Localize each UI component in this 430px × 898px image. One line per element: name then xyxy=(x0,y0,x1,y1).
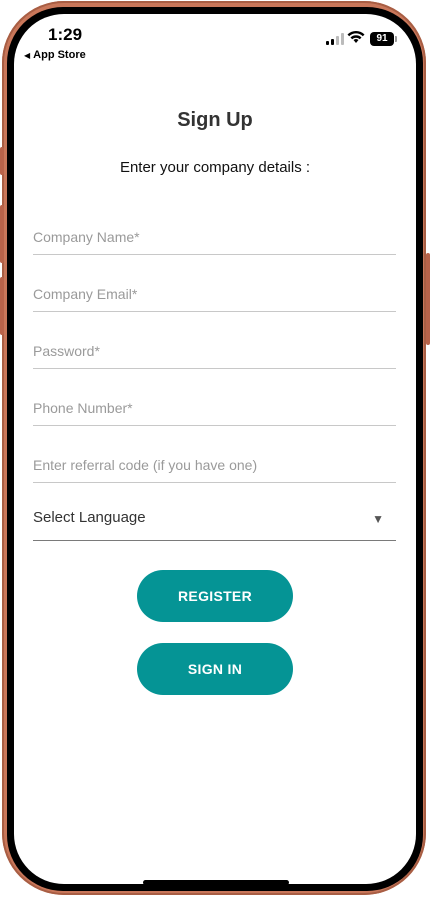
password-input[interactable] xyxy=(33,334,396,368)
language-select-label: Select Language xyxy=(33,509,146,526)
sign-in-button[interactable]: SIGN IN xyxy=(137,643,293,695)
battery-tip xyxy=(395,36,397,42)
wifi-icon xyxy=(347,30,365,43)
register-button[interactable]: REGISTER xyxy=(137,570,293,622)
phone-number-field xyxy=(33,391,396,426)
referral-code-field xyxy=(33,448,396,483)
screen: 1:29 ◀ App Store 91 Sign Up Enter your co… xyxy=(14,14,416,884)
phone-bezel: 1:29 ◀ App Store 91 Sign Up Enter your co… xyxy=(7,7,423,891)
volume-down-button xyxy=(0,277,4,335)
company-email-field xyxy=(33,277,396,312)
volume-up-button xyxy=(0,205,4,263)
power-button xyxy=(426,253,430,345)
home-indicator[interactable] xyxy=(143,880,289,884)
dropdown-caret-icon: ▼ xyxy=(372,512,384,526)
status-bar: 1:29 ◀ App Store 91 xyxy=(14,14,416,70)
password-field xyxy=(33,334,396,369)
company-email-input[interactable] xyxy=(33,277,396,311)
company-name-input[interactable] xyxy=(33,220,396,254)
page-title: Sign Up xyxy=(177,109,253,131)
back-label: App Store xyxy=(33,49,86,61)
company-name-field xyxy=(33,220,396,255)
silent-switch xyxy=(0,147,4,175)
cellular-signal-icon xyxy=(326,33,344,45)
page-subtitle: Enter your company details : xyxy=(119,159,311,176)
back-arrow-icon: ◀ xyxy=(24,51,31,60)
referral-code-input[interactable] xyxy=(33,448,396,482)
battery-icon: 91 xyxy=(370,32,394,46)
phone-number-input[interactable] xyxy=(33,391,396,425)
status-time: 1:29 xyxy=(48,25,83,44)
back-to-app-store[interactable]: ◀ App Store xyxy=(24,49,86,61)
language-select[interactable]: Select Language ▼ xyxy=(33,500,396,541)
